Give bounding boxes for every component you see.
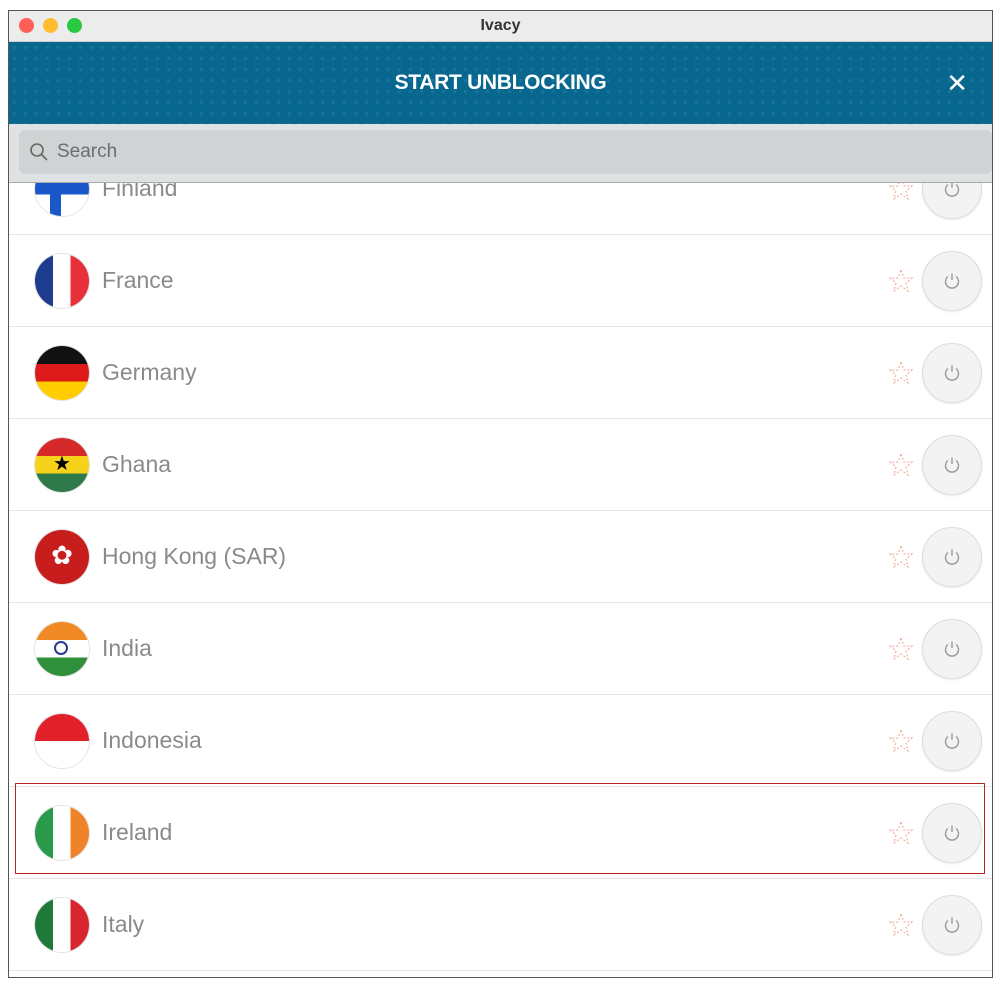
connect-button[interactable] xyxy=(922,803,982,863)
country-name: Finland xyxy=(102,183,178,201)
flag-icon xyxy=(35,621,89,676)
power-icon xyxy=(944,183,960,197)
zoom-window-button[interactable] xyxy=(67,18,82,33)
connect-button[interactable] xyxy=(922,343,982,403)
flag-icon xyxy=(35,713,89,768)
connect-button[interactable] xyxy=(922,527,982,587)
connect-button[interactable] xyxy=(922,895,982,955)
search-icon xyxy=(30,143,48,161)
favorite-star-icon[interactable] xyxy=(888,912,914,938)
flag-icon: ✿ xyxy=(35,529,89,584)
search-input[interactable] xyxy=(55,140,859,164)
favorite-star-icon[interactable] xyxy=(888,268,914,294)
close-window-button[interactable] xyxy=(19,18,34,33)
country-name: Germany xyxy=(102,359,197,385)
country-list[interactable]: Finland France Germany ★ Ghana ✿ Hong Kong (SA… xyxy=(9,183,992,977)
country-name: Ireland xyxy=(102,819,173,845)
country-row-indonesia[interactable]: Indonesia xyxy=(9,695,992,787)
flag-icon xyxy=(35,805,89,860)
country-name: France xyxy=(102,267,174,293)
country-row-finland[interactable]: Finland xyxy=(9,183,992,235)
app-window: Ivacy START UNBLOCKING ✕ Finland France Ge… xyxy=(8,10,993,978)
flag-icon: ★ xyxy=(35,437,89,492)
favorite-star-icon[interactable] xyxy=(888,452,914,478)
flag-icon xyxy=(35,253,89,308)
favorite-star-icon[interactable] xyxy=(888,636,914,662)
country-row-france[interactable]: France xyxy=(9,235,992,327)
minimize-window-button[interactable] xyxy=(43,18,58,33)
power-icon xyxy=(944,457,960,473)
power-icon xyxy=(944,825,960,841)
favorite-star-icon[interactable] xyxy=(888,728,914,754)
flag-icon xyxy=(35,183,89,216)
power-icon xyxy=(944,549,960,565)
country-name: Hong Kong (SAR) xyxy=(102,543,287,569)
power-icon xyxy=(944,733,960,749)
header: START UNBLOCKING ✕ xyxy=(9,42,992,124)
power-icon xyxy=(944,273,960,289)
close-icon[interactable]: ✕ xyxy=(946,68,968,98)
country-row-ireland[interactable]: Ireland xyxy=(9,787,992,879)
country-name: Indonesia xyxy=(102,727,202,753)
country-row-italy[interactable]: Italy xyxy=(9,879,992,971)
window-title: Ivacy xyxy=(480,17,521,34)
connect-button[interactable] xyxy=(922,619,982,679)
country-row-germany[interactable]: Germany xyxy=(9,327,992,419)
flag-icon xyxy=(35,897,89,952)
country-name: Italy xyxy=(102,911,145,937)
power-icon xyxy=(944,641,960,657)
search-bar xyxy=(9,124,992,183)
connect-button[interactable] xyxy=(922,435,982,495)
title-bar: Ivacy xyxy=(9,11,992,42)
favorite-star-icon[interactable] xyxy=(888,360,914,386)
favorite-star-icon[interactable] xyxy=(888,820,914,846)
country-name: Ghana xyxy=(102,451,172,477)
power-icon xyxy=(944,917,960,933)
connect-button[interactable] xyxy=(922,251,982,311)
country-row-india[interactable]: India xyxy=(9,603,992,695)
country-name: India xyxy=(102,635,152,661)
page-title: START UNBLOCKING xyxy=(394,71,607,94)
country-row-ghana[interactable]: ★ Ghana xyxy=(9,419,992,511)
flag-icon xyxy=(35,345,89,400)
country-row-hong-kong-sar[interactable]: ✿ Hong Kong (SAR) xyxy=(9,511,992,603)
favorite-star-icon[interactable] xyxy=(888,544,914,570)
favorite-star-icon[interactable] xyxy=(888,183,914,202)
connect-button[interactable] xyxy=(922,711,982,771)
connect-button[interactable] xyxy=(922,183,982,219)
power-icon xyxy=(944,365,960,381)
